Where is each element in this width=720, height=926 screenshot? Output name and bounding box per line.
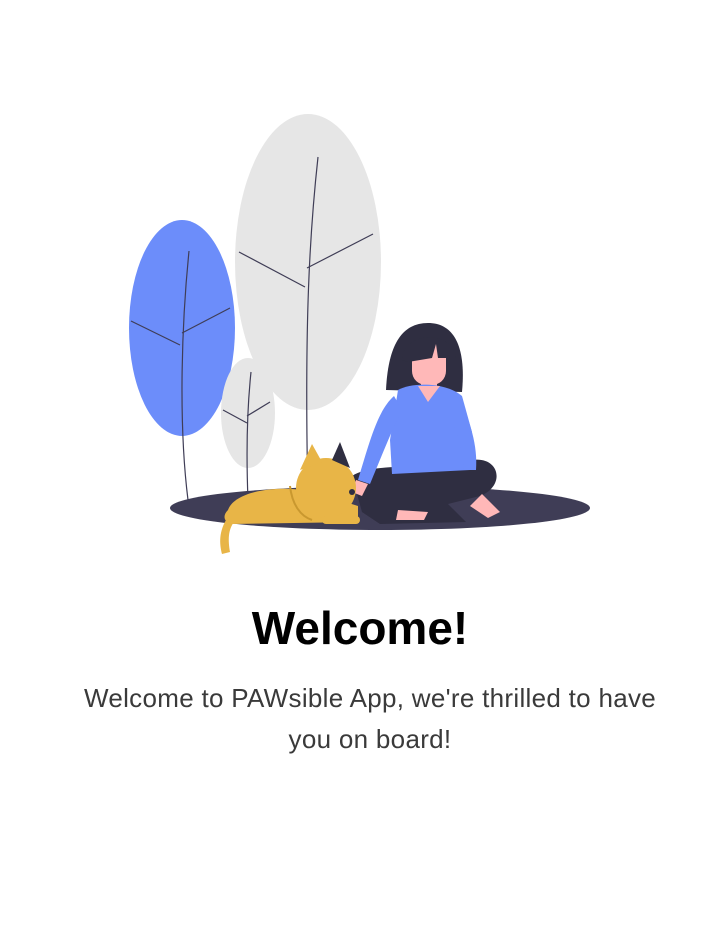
woman-figure xyxy=(352,323,500,524)
welcome-screen: Welcome! Welcome to PAWsible App, we're … xyxy=(0,0,720,926)
welcome-title: Welcome! xyxy=(251,602,469,654)
blue-tree xyxy=(129,220,235,501)
welcome-message: Welcome to PAWsible App, we're thrilled … xyxy=(83,683,657,754)
gray-tree-small xyxy=(221,358,275,501)
woman-with-cat-illustration xyxy=(129,114,590,554)
